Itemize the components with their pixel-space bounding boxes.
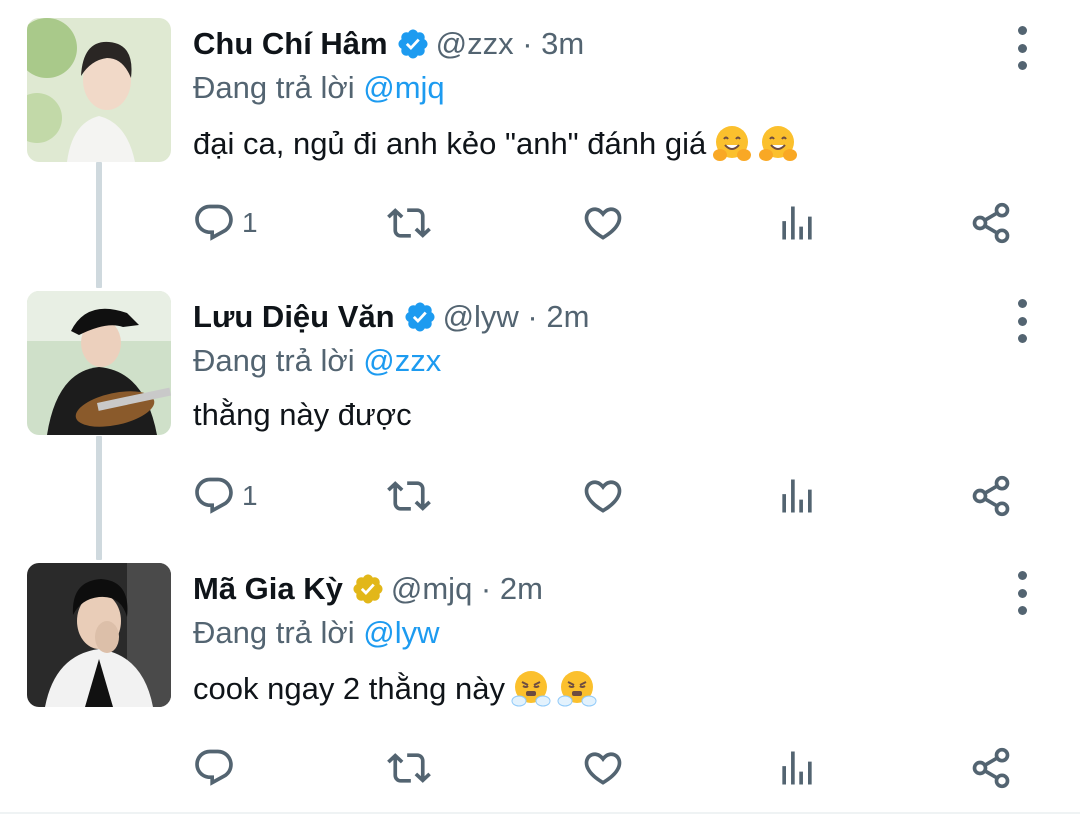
author-name[interactable]: Chu Chí Hâm xyxy=(193,26,388,62)
views-icon xyxy=(782,206,812,240)
replying-to: Đang trả lời @zzx xyxy=(193,343,441,379)
replying-label: Đang trả lời xyxy=(193,615,355,650)
reply-mention[interactable]: @mjq xyxy=(363,70,444,105)
tweet-actions xyxy=(0,743,1080,793)
retweet-icon xyxy=(387,208,431,238)
verified-badge-icon xyxy=(405,302,435,332)
share-button[interactable] xyxy=(969,198,1013,248)
author-handle[interactable]: @lyw · 2m xyxy=(443,299,590,335)
retweet-button[interactable] xyxy=(387,743,431,793)
replying-label: Đang trả lời xyxy=(193,70,355,105)
more-icon xyxy=(1017,571,1027,580)
like-icon xyxy=(584,752,622,785)
hugging-face-emoji-icon xyxy=(713,126,752,161)
author-name[interactable]: Mã Gia Kỳ xyxy=(193,571,343,607)
verified-badge-icon xyxy=(398,29,428,59)
tweet-body: đại ca, ngủ đi anh kẻo "anh" đánh giá xyxy=(193,126,707,161)
reply-count: 1 xyxy=(242,207,258,238)
reply-mention[interactable]: @lyw xyxy=(363,615,439,650)
tweet[interactable]: Chu Chí Hâm @zzx · 3m Đang trả lời @mjq … xyxy=(0,18,1080,290)
tweet-actions: 1 xyxy=(0,471,1080,521)
reply-icon xyxy=(195,749,233,786)
verified-badge-icon xyxy=(353,574,383,604)
avatar[interactable] xyxy=(27,291,171,435)
tweet-actions: 1 xyxy=(0,198,1080,248)
tweet-body: cook ngay 2 thằng này xyxy=(193,671,505,706)
tweet-body: thằng này được xyxy=(193,397,412,432)
reply-mention[interactable]: @zzx xyxy=(363,343,441,378)
author-handle[interactable]: @mjq · 2m xyxy=(391,571,543,607)
author-handle[interactable]: @zzx · 3m xyxy=(436,26,585,62)
more-icon xyxy=(1017,299,1027,308)
share-button[interactable] xyxy=(969,743,1013,793)
like-icon xyxy=(584,480,622,513)
tweet[interactable]: Mã Gia Kỳ @mjq · 2m Đang trả lời @lyw co… xyxy=(0,563,1080,835)
like-button[interactable] xyxy=(581,471,625,521)
more-options-button[interactable] xyxy=(1006,26,1038,70)
avatar[interactable] xyxy=(27,18,171,162)
tweet[interactable]: Lưu Diệu Văn @lyw · 2m Đang trả lời @zzx… xyxy=(0,291,1080,563)
views-icon xyxy=(782,479,812,513)
more-icon xyxy=(1017,26,1027,35)
more-options-button[interactable] xyxy=(1006,571,1038,615)
author-name[interactable]: Lưu Diệu Văn xyxy=(193,299,395,335)
reply-button[interactable]: 1 xyxy=(192,198,258,248)
like-button[interactable] xyxy=(581,743,625,793)
retweet-button[interactable] xyxy=(387,198,431,248)
like-button[interactable] xyxy=(581,198,625,248)
replying-to: Đang trả lời @lyw xyxy=(193,615,440,651)
like-icon xyxy=(584,207,622,240)
reply-button[interactable] xyxy=(192,743,242,793)
steam-from-nose-emoji-icon xyxy=(557,671,597,707)
tweet-text: cook ngay 2 thằng này xyxy=(193,669,597,709)
views-button[interactable] xyxy=(775,198,819,248)
avatar[interactable] xyxy=(27,563,171,707)
reply-icon xyxy=(195,204,233,241)
tweet-text: thằng này được xyxy=(193,397,412,433)
tweet-text: đại ca, ngủ đi anh kẻo "anh" đánh giá xyxy=(193,124,798,164)
views-icon xyxy=(782,751,812,785)
divider xyxy=(0,812,1080,814)
reply-icon xyxy=(195,477,233,514)
retweet-button[interactable] xyxy=(387,471,431,521)
share-button[interactable] xyxy=(969,471,1013,521)
views-button[interactable] xyxy=(775,743,819,793)
retweet-icon xyxy=(387,753,431,783)
views-button[interactable] xyxy=(775,471,819,521)
share-icon xyxy=(972,202,1010,244)
more-options-button[interactable] xyxy=(1006,299,1038,343)
reply-count: 1 xyxy=(242,480,258,511)
steam-from-nose-emoji-icon xyxy=(511,671,551,707)
share-icon xyxy=(972,747,1010,789)
share-icon xyxy=(972,475,1010,517)
hugging-face-emoji-icon xyxy=(759,126,798,161)
reply-button[interactable]: 1 xyxy=(192,471,258,521)
replying-to: Đang trả lời @mjq xyxy=(193,70,445,106)
retweet-icon xyxy=(387,481,431,511)
replying-label: Đang trả lời xyxy=(193,343,355,378)
